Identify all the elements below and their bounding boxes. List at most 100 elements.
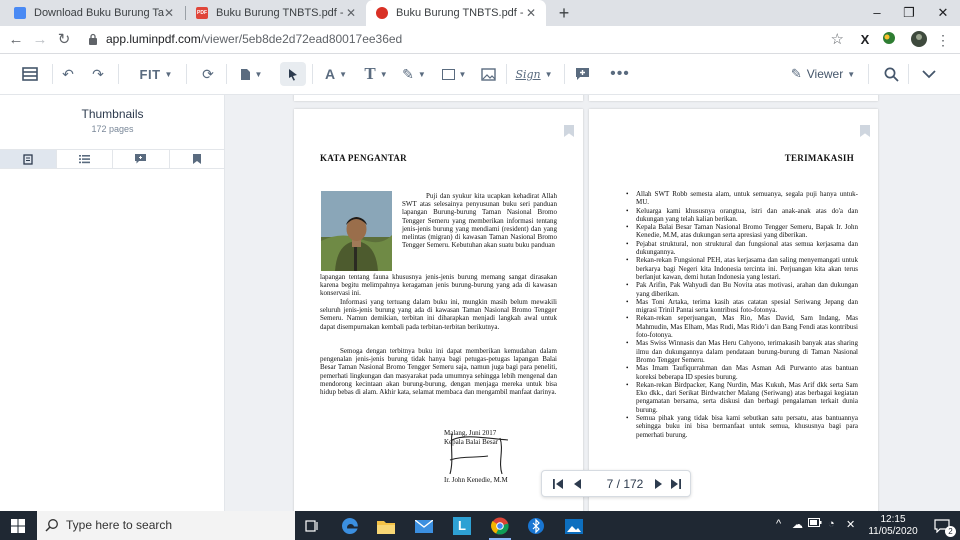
previous-page-icon[interactable] — [570, 476, 586, 492]
close-tab-icon[interactable]: ✕ — [524, 6, 538, 20]
chevron-down-icon: ▼ — [417, 69, 426, 79]
redo-icon[interactable]: ↷ — [88, 62, 108, 86]
browser-menu-icon[interactable]: ⋮ — [934, 31, 952, 49]
zoom-fit-dropdown[interactable]: FIT ▼ — [134, 62, 178, 86]
clock-date: 11/05/2020 — [868, 526, 918, 537]
restore-button[interactable]: ❐ — [894, 0, 924, 26]
page-heading: KATA PENGANTAR — [320, 153, 407, 163]
pen-icon: ✎ — [402, 65, 414, 82]
new-tab-button[interactable]: + — [554, 3, 574, 23]
collapse-chevron-icon[interactable] — [918, 62, 940, 86]
list-item: Allah SWT Robb semesta alam, untuk semua… — [626, 190, 858, 207]
bluetooth-icon[interactable] — [522, 514, 550, 538]
comment-add-icon[interactable] — [572, 62, 592, 86]
profile-avatar[interactable] — [910, 31, 928, 49]
reload-icon[interactable]: ↻ — [54, 30, 74, 50]
browser-tab-1[interactable]: Download Buku Burung Taman N ✕ — [4, 0, 184, 26]
extension-x-icon[interactable]: X — [856, 31, 874, 49]
volume-icon[interactable]: ✕ — [846, 518, 855, 531]
url-text: app.luminpdf.com/viewer/5eb8de2d72ead800… — [106, 32, 402, 46]
battery-icon[interactable] — [808, 518, 822, 530]
next-page-icon[interactable] — [650, 476, 666, 492]
page-bookmark-icon[interactable] — [860, 125, 870, 137]
close-tab-icon[interactable]: ✕ — [344, 6, 358, 20]
list-item: Mas Swiss Winnasis dan Mas Heru Cahyono,… — [626, 339, 858, 364]
tab-bookmarks[interactable] — [170, 150, 226, 168]
tab-title: Download Buku Burung Taman N — [34, 7, 164, 19]
url-input[interactable]: app.luminpdf.com/viewer/5eb8de2d72ead800… — [84, 29, 854, 51]
rotate-icon[interactable]: ⟳ — [198, 62, 218, 86]
browser-tab-2[interactable]: PDF Buku Burung TNBTS.pdf - Googl ✕ — [186, 0, 366, 26]
tab-title: Buku Burung TNBTS.pdf - Lumin — [396, 7, 526, 19]
extension-globe-icon[interactable] — [880, 31, 898, 49]
toolbar-divider — [908, 64, 909, 84]
system-clock[interactable]: 12:15 11/05/2020 — [864, 514, 922, 538]
page-bookmark-icon[interactable] — [564, 125, 574, 137]
file-explorer-icon[interactable] — [372, 514, 400, 538]
edge-browser-icon[interactable] — [336, 514, 364, 538]
chevron-down-icon: ▼ — [379, 69, 388, 79]
more-options-icon[interactable]: ••• — [608, 62, 632, 86]
task-view-icon[interactable] — [298, 514, 326, 538]
last-page-icon[interactable] — [668, 476, 684, 492]
photos-icon[interactable] — [560, 514, 588, 538]
action-center-icon[interactable]: 2 — [928, 514, 956, 538]
toolbar-divider — [118, 64, 119, 84]
sign-label: Sign — [515, 67, 541, 81]
list-item: Rekan-rekan Fungsional PEH, atas kerjasa… — [626, 256, 858, 281]
previous-page-left — [294, 95, 583, 101]
search-icon[interactable] — [880, 62, 902, 86]
list-item: Keluarga kami khususnya orangtua, istri … — [626, 207, 858, 224]
back-arrow-icon[interactable]: ← — [6, 30, 26, 50]
chevron-down-icon: ▼ — [544, 69, 553, 79]
previous-page-right — [589, 95, 878, 101]
mail-icon[interactable] — [410, 514, 438, 538]
toolbar-divider — [506, 64, 507, 84]
clock-time: 12:15 — [880, 514, 906, 525]
first-page-icon[interactable] — [550, 476, 566, 492]
viewer-mode-dropdown[interactable]: ✎ Viewer ▼ — [786, 62, 860, 86]
pdf-page-6: KATA PENGANTAR Puji dan syukur kita ucap… — [294, 109, 583, 511]
windows-taskbar: Type here to search L ^ ☁ ◔ ✕ 12:15 11/0… — [0, 511, 960, 540]
toolbar-divider — [564, 64, 565, 84]
page-heading: TERIMAKASIH — [784, 153, 854, 163]
minimize-button[interactable]: – — [862, 0, 892, 26]
tab-comments[interactable] — [113, 150, 170, 168]
taskbar-search-box[interactable]: Type here to search — [37, 511, 295, 540]
bookmark-star-icon[interactable]: ☆ — [831, 30, 844, 48]
page-indicator[interactable]: 7 / 172 — [598, 477, 652, 491]
list-item: Mas Imam Taufiqurrahman dan Mas Asman Ad… — [626, 364, 858, 381]
free-text-tool[interactable]: T ▼ — [360, 62, 392, 86]
select-cursor-tool[interactable] — [280, 62, 306, 86]
handwritten-signature — [449, 433, 509, 475]
close-window-button[interactable]: ✕ — [928, 0, 958, 26]
close-tab-icon[interactable]: ✕ — [162, 6, 176, 20]
chrome-icon[interactable] — [486, 514, 514, 540]
windows-start-icon[interactable] — [4, 514, 32, 538]
pen-tool[interactable]: ✎ ▼ — [398, 62, 430, 86]
show-hidden-icons-chevron[interactable]: ^ — [776, 518, 781, 530]
image-icon[interactable] — [478, 62, 498, 86]
cloud-sync-icon[interactable]: ☁ — [792, 518, 803, 531]
shape-tool[interactable]: ▼ — [438, 62, 470, 86]
chevron-down-icon: ▼ — [458, 69, 467, 79]
forward-arrow-icon[interactable]: → — [30, 30, 50, 50]
body-paragraph-3: Semoga dengan terbitnya buku ini dapat m… — [320, 347, 557, 397]
signature-tool[interactable]: Sign ▼ — [512, 62, 556, 86]
lumin-toolbar: ↶ ↷ FIT ▼ ⟳ ▼ A ▼ T ▼ ✎ ▼ ▼ Sign ▼ ••• ✎… — [0, 54, 960, 95]
page-tools-dropdown[interactable]: ▼ — [236, 62, 266, 86]
intro-paragraph-continued: lapangan tentang fauna khususnya jenis-j… — [320, 273, 557, 298]
text-highlight-tool[interactable]: A ▼ — [320, 62, 352, 86]
list-item: Pejabat struktural, non struktural dan f… — [626, 240, 858, 257]
undo-icon[interactable]: ↶ — [58, 62, 78, 86]
browser-tab-3-active[interactable]: Buku Burung TNBTS.pdf - Lumin ✕ — [366, 0, 546, 26]
lumin-app-icon[interactable]: L — [448, 514, 476, 538]
wifi-icon[interactable]: ◔ — [828, 518, 835, 530]
tab-outline[interactable] — [57, 150, 113, 168]
panel-toggle-icon[interactable] — [18, 62, 42, 86]
toolbar-divider — [186, 64, 187, 84]
viewer-label: Viewer — [806, 67, 844, 81]
tab-thumbnails[interactable] — [0, 150, 57, 168]
chevron-down-icon: ▼ — [339, 69, 348, 79]
document-viewer[interactable]: KATA PENGANTAR Puji dan syukur kita ucap… — [225, 95, 960, 511]
